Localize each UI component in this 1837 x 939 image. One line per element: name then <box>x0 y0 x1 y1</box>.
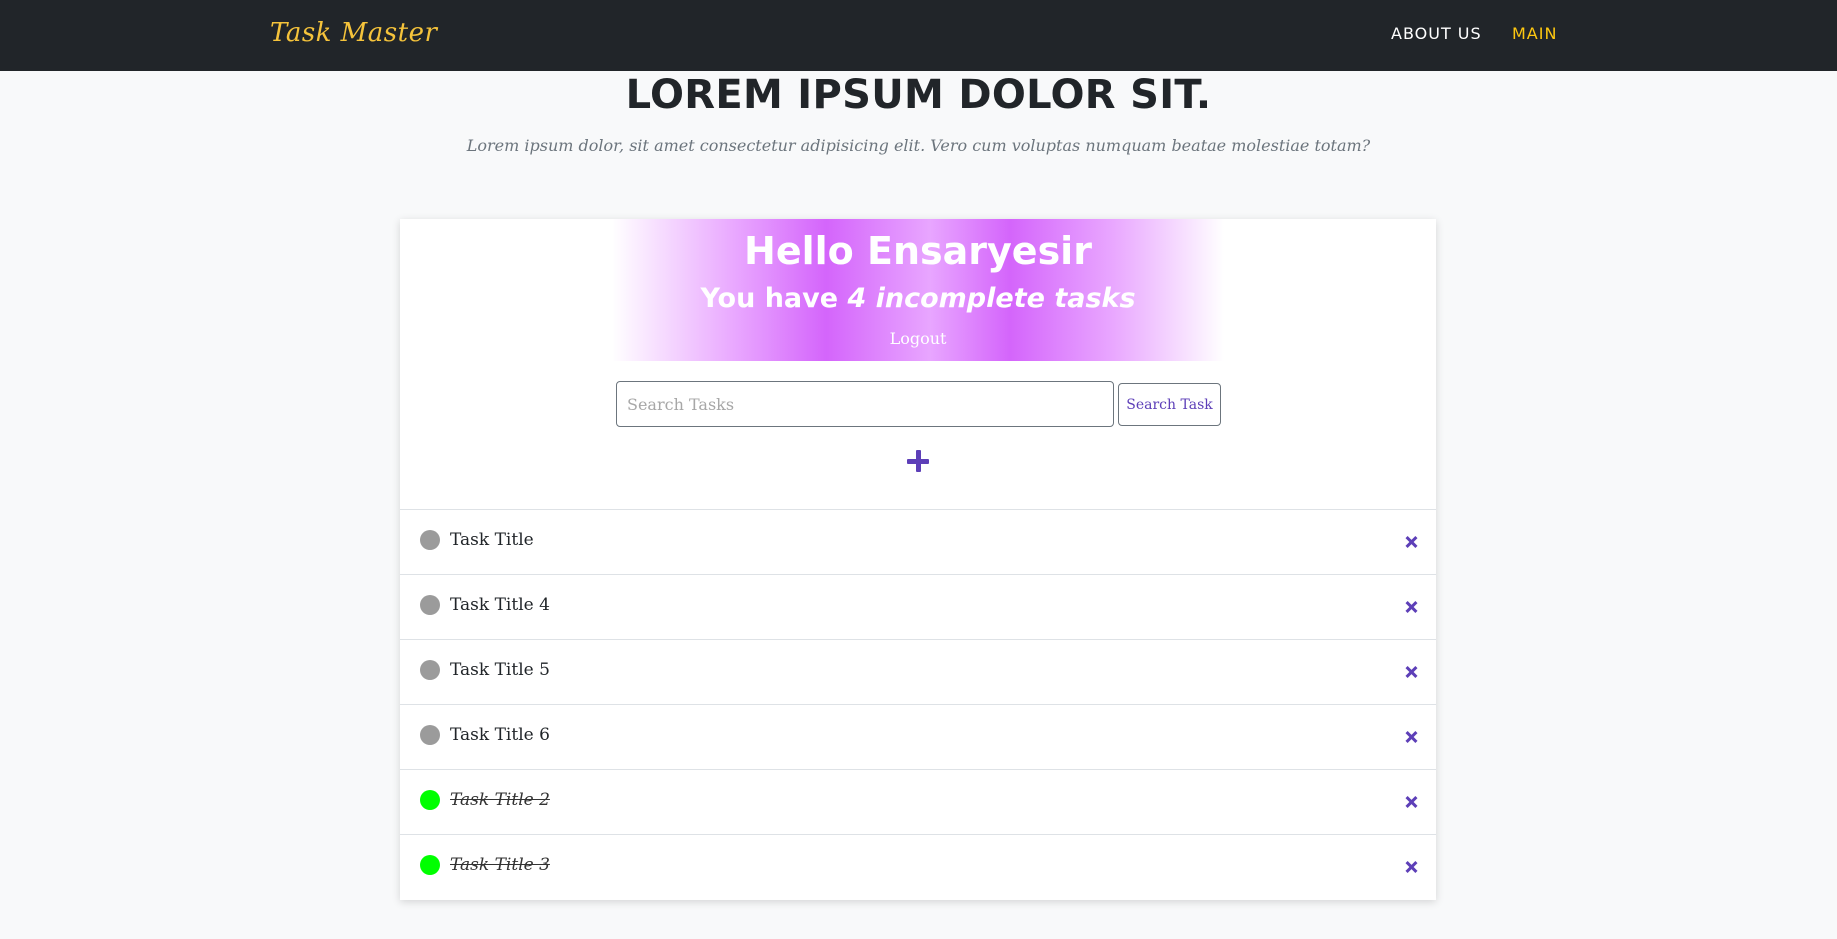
status-dot-icon[interactable] <box>420 530 440 550</box>
navbar: Task Master ABOUT US MAIN <box>0 0 1837 71</box>
status-dot-icon[interactable] <box>420 595 440 615</box>
greeting-hello: Hello Ensaryesir <box>744 229 1092 273</box>
delete-icon[interactable] <box>1404 535 1418 549</box>
task-title[interactable]: Task Title <box>450 530 534 550</box>
status-dot-icon[interactable] <box>420 855 440 875</box>
plus-icon[interactable] <box>900 443 936 479</box>
task-row: Task Title 2 <box>400 769 1436 834</box>
incomplete-count-prefix: You have <box>700 283 848 314</box>
task-row: Task Title 4 <box>400 574 1436 639</box>
task-title[interactable]: Task Title 6 <box>450 725 550 745</box>
delete-icon[interactable] <box>1404 665 1418 679</box>
search-task-button[interactable]: Search Task <box>1118 383 1221 426</box>
task-row: Task Title <box>400 509 1436 574</box>
delete-icon[interactable] <box>1404 730 1418 744</box>
incomplete-count-value: 4 incomplete tasks <box>847 283 1136 314</box>
delete-icon[interactable] <box>1404 600 1418 614</box>
status-dot-icon[interactable] <box>420 725 440 745</box>
page-subtitle: Lorem ipsum dolor, sit amet consectetur … <box>466 136 1371 155</box>
task-list: Task Title Task Title 4 Task Title 5 Tas… <box>400 509 1436 899</box>
task-title[interactable]: Task Title 4 <box>450 595 550 615</box>
nav-link-about-us[interactable]: ABOUT US <box>1391 24 1482 43</box>
task-title[interactable]: Task Title 3 <box>450 855 550 875</box>
task-row: Task Title 6 <box>400 704 1436 769</box>
task-title[interactable]: Task Title 5 <box>450 660 550 680</box>
task-title[interactable]: Task Title 2 <box>450 790 550 810</box>
task-card: Hello Ensaryesir You have 4 incomplete t… <box>400 219 1436 900</box>
status-dot-icon[interactable] <box>420 660 440 680</box>
page-title: LOREM IPSUM DOLOR SIT. <box>625 72 1212 118</box>
logout-link[interactable]: Logout <box>612 329 1224 348</box>
incomplete-count: You have 4 incomplete tasks <box>612 283 1224 314</box>
task-row: Task Title 5 <box>400 639 1436 704</box>
delete-icon[interactable] <box>1404 860 1418 874</box>
search-input[interactable] <box>616 381 1114 427</box>
status-dot-icon[interactable] <box>420 790 440 810</box>
nav-link-main[interactable]: MAIN <box>1512 24 1557 43</box>
brand-logo[interactable]: Task Master <box>270 18 437 48</box>
task-row: Task Title 3 <box>400 834 1436 899</box>
greeting-banner: Hello Ensaryesir You have 4 incomplete t… <box>612 219 1224 361</box>
delete-icon[interactable] <box>1404 795 1418 809</box>
